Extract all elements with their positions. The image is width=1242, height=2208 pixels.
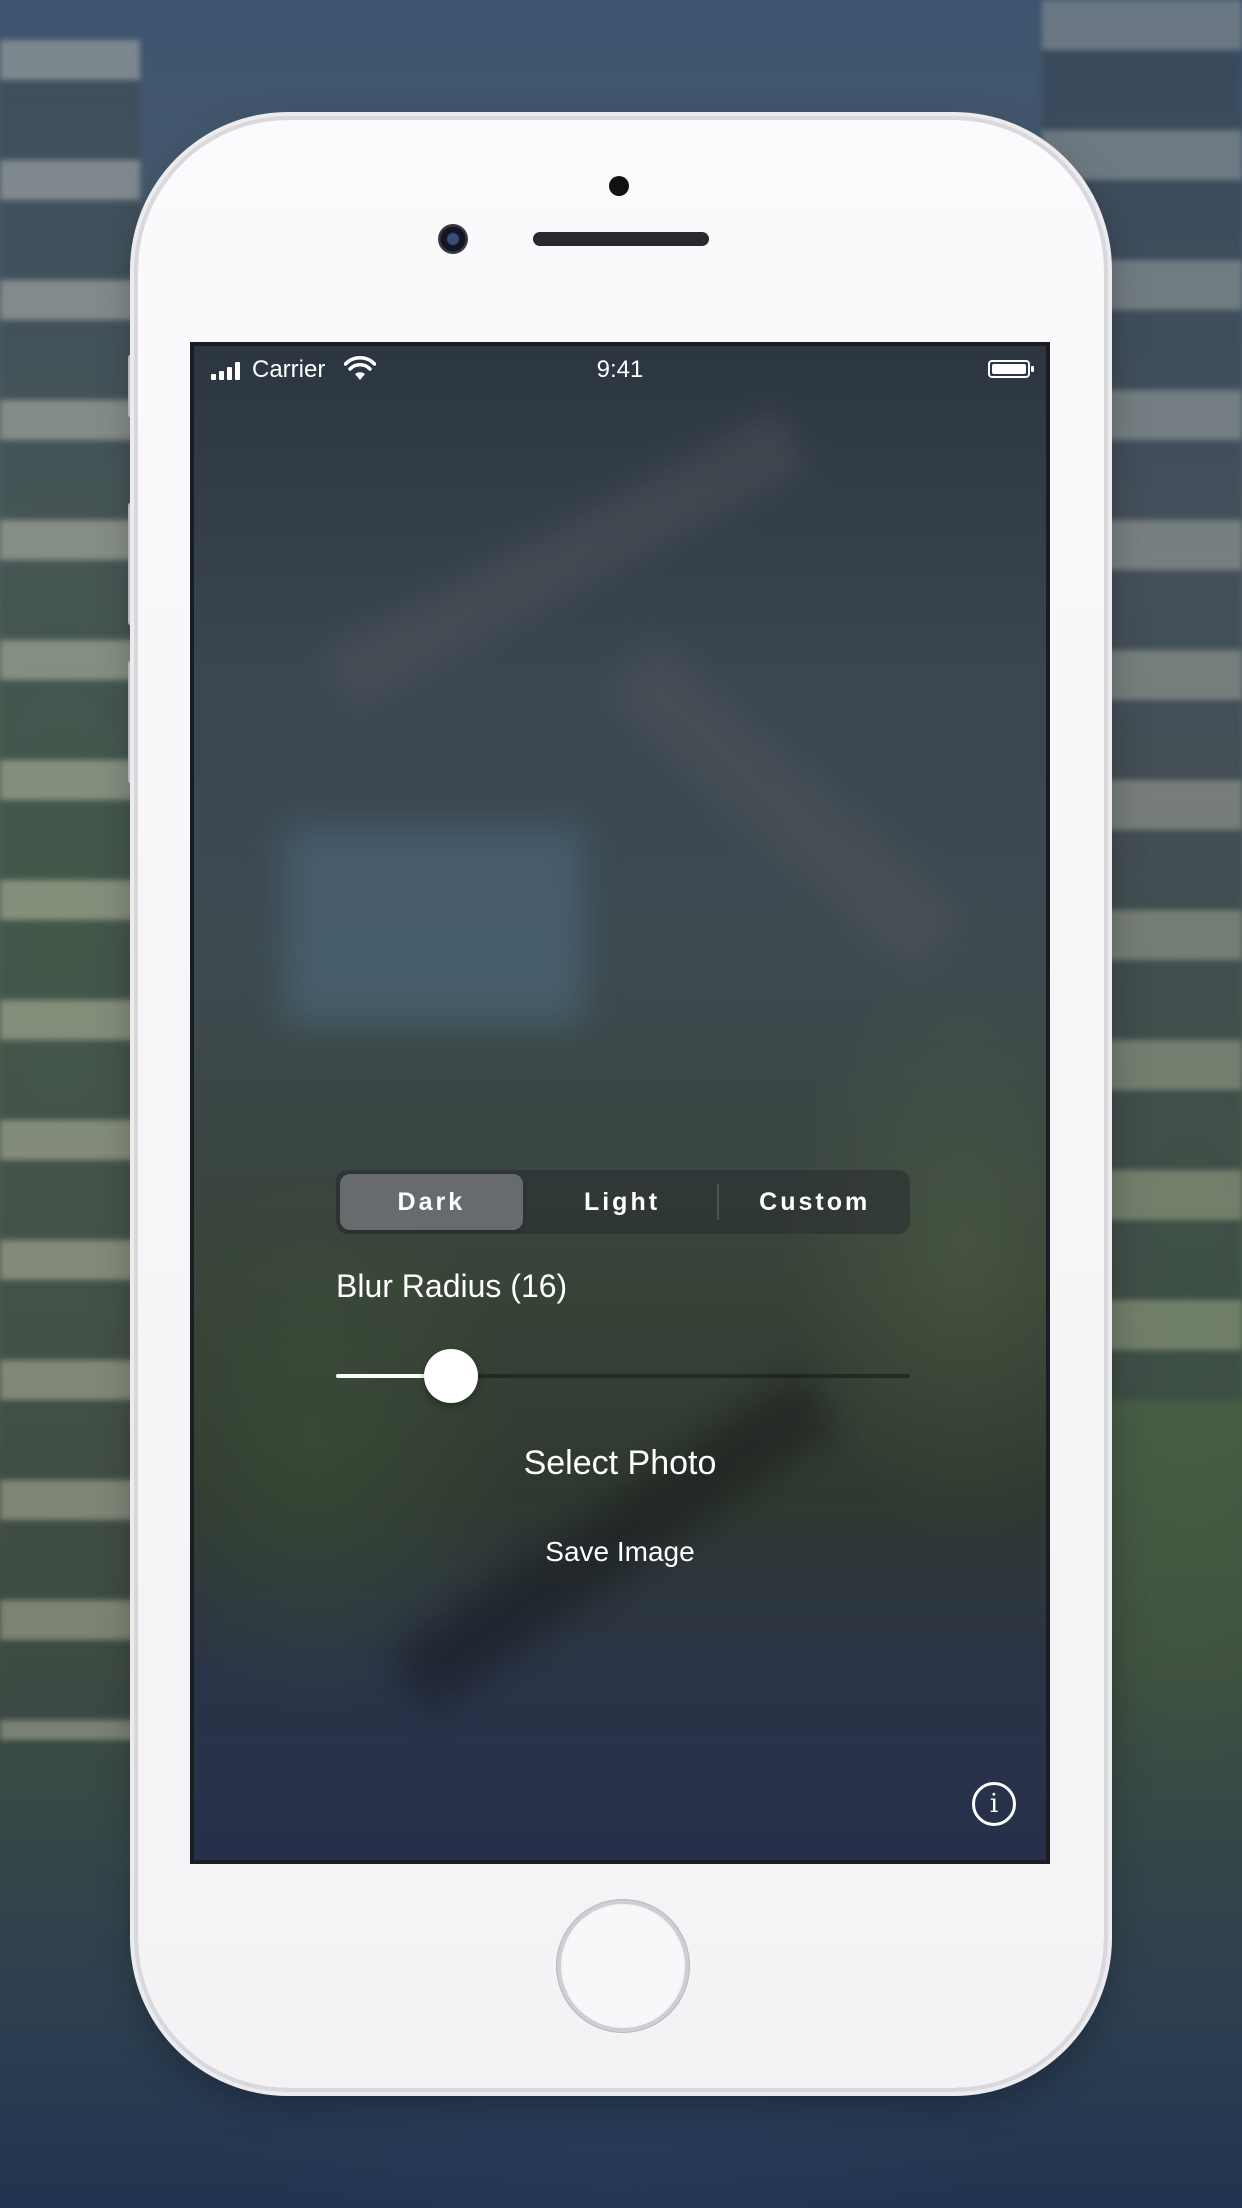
segment-divider	[717, 1184, 720, 1220]
home-button[interactable]	[557, 1900, 689, 2032]
segment-light[interactable]: Light	[531, 1174, 714, 1230]
volume-down-button	[128, 660, 136, 784]
slider-thumb[interactable]	[423, 1349, 478, 1403]
proximity-sensor	[609, 176, 629, 196]
blurred-background-shape	[318, 408, 810, 714]
background-building-left	[0, 40, 140, 1740]
earpiece-speaker	[533, 232, 709, 246]
power-button	[1104, 500, 1112, 624]
save-image-button[interactable]: Save Image	[194, 1536, 1046, 1568]
segment-dark[interactable]: Dark	[340, 1174, 523, 1230]
volume-up-button	[128, 502, 136, 626]
status-bar: Carrier 9:41	[194, 346, 1046, 396]
select-photo-button[interactable]: Select Photo	[194, 1444, 1046, 1483]
blur-radius-slider[interactable]	[336, 1346, 910, 1406]
style-segmented-control: Dark Light Custom	[336, 1170, 910, 1234]
info-icon[interactable]: i	[972, 1782, 1016, 1826]
app-screenshot: Carrier 9:41 Dark Light Custom Blur Radi…	[0, 0, 1242, 2208]
blurred-background-shape	[284, 826, 584, 1026]
mute-switch	[128, 354, 136, 418]
status-time: 9:41	[596, 356, 644, 383]
front-camera-icon	[438, 224, 468, 254]
phone-screen: Carrier 9:41 Dark Light Custom Blur Radi…	[190, 342, 1050, 1864]
battery-icon	[988, 360, 1034, 378]
blurred-background-shape	[601, 635, 967, 977]
blur-radius-label: Blur Radius (16)	[336, 1268, 568, 1304]
segment-custom[interactable]: Custom	[723, 1174, 906, 1230]
